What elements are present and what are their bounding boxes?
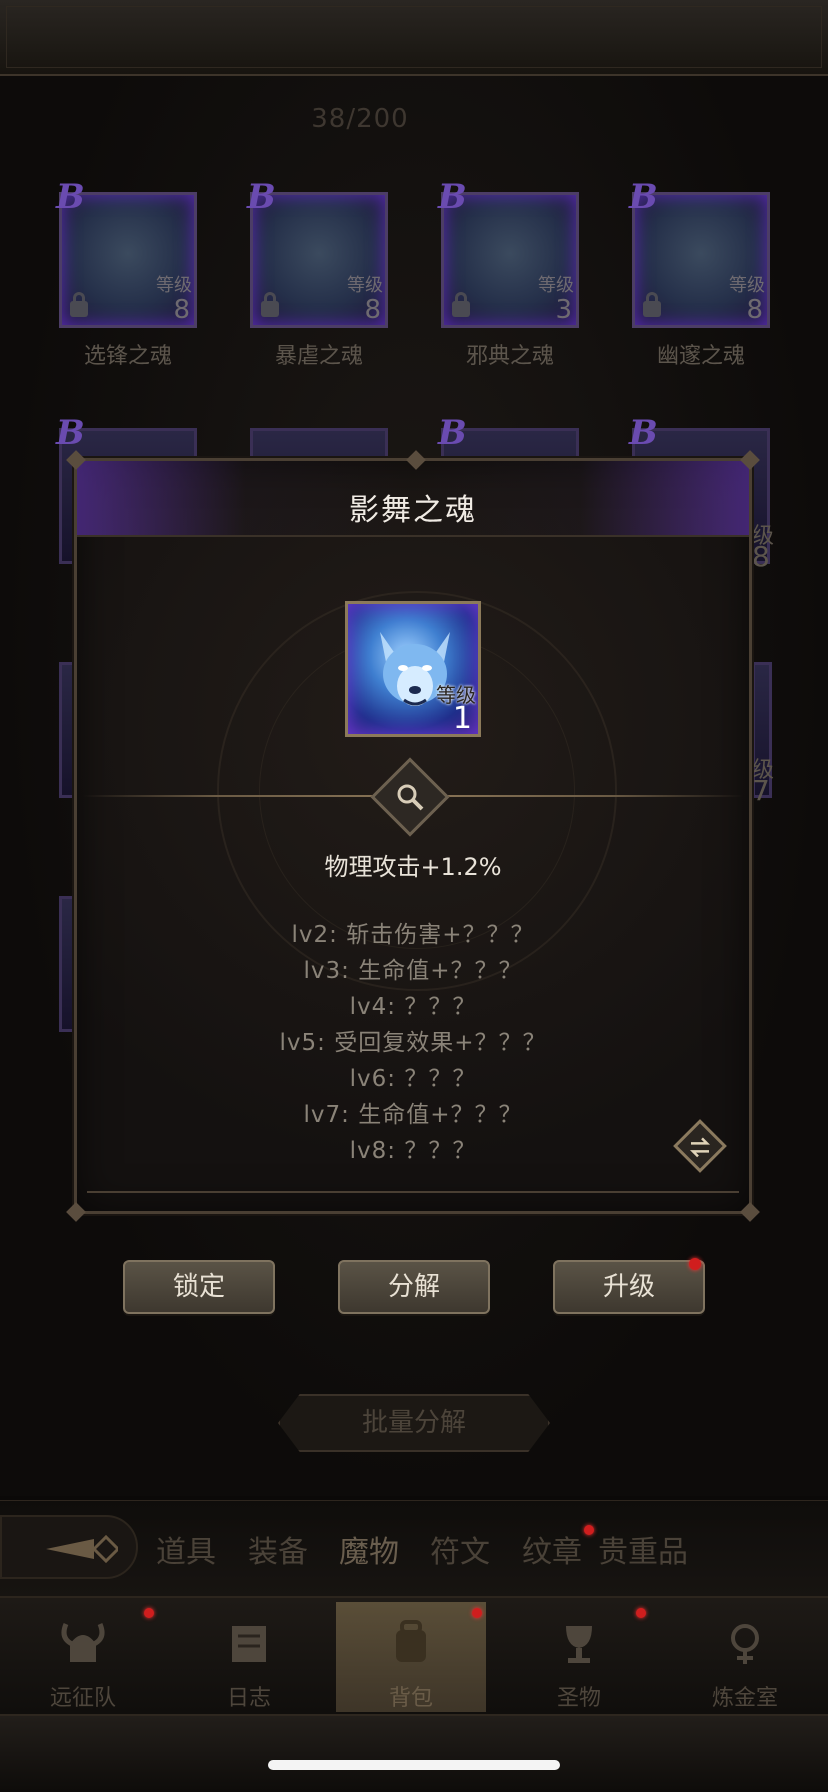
capacity-counter: 38/200	[311, 104, 409, 134]
soul-name: 邪典之魂	[465, 344, 554, 369]
level-value-peek: 7	[752, 774, 770, 807]
nav-journal[interactable]: 日志	[174, 1602, 324, 1712]
effect-lv6: lv6: ？？？	[349, 1066, 477, 1092]
effect-lv4: lv4: ？？？	[349, 994, 477, 1020]
rarity-badge: B	[247, 177, 276, 217]
level-value: 8	[746, 295, 763, 325]
lock-icon	[643, 292, 661, 317]
nav-expedition[interactable]: 远征队	[8, 1602, 158, 1712]
category-tab-bar: 道具 装备 魔物 符文 纹章 贵重品	[0, 1500, 828, 1596]
expedition-notification-dot	[144, 1608, 154, 1618]
rarity-badge: B	[438, 177, 467, 217]
tab-items[interactable]: 道具	[156, 1527, 216, 1571]
relics-notification-dot	[636, 1608, 646, 1618]
nav-relics[interactable]: 圣物	[504, 1602, 654, 1712]
nav-label: 远征队	[49, 1686, 116, 1711]
nav-label: 炼金室	[711, 1686, 778, 1711]
effect-lv8: lv8: ？？？	[349, 1138, 477, 1164]
effect-lv2: lv2: 斩击伤害+？？？	[291, 922, 535, 948]
soul-name: 幽邃之魂	[656, 344, 745, 369]
decompose-button[interactable]: 分解	[338, 1260, 490, 1314]
bottom-navigation: 远征队 日志 背包 圣物 炼金室	[0, 1596, 828, 1714]
chalice-icon	[566, 1626, 592, 1663]
nav-alchemy[interactable]: 炼金室	[670, 1602, 820, 1712]
level-value: 1	[452, 701, 472, 736]
nav-backpack[interactable]: 背包	[336, 1602, 486, 1712]
viking-helmet-icon	[61, 1623, 105, 1662]
effect-lv5: lv5: 受回复效果+？？？	[279, 1030, 547, 1056]
main-effect: 物理攻击+1.2%	[324, 853, 502, 881]
arrow-left-icon	[46, 1534, 118, 1564]
modal-title: 影舞之魂	[349, 493, 477, 528]
level-value: 3	[555, 295, 572, 325]
lock-icon	[452, 292, 470, 317]
selected-soul-card: 等级 1	[345, 601, 481, 737]
level-value: 8	[364, 295, 381, 325]
soul-name: 暴虐之魂	[274, 344, 363, 369]
rarity-badge: B	[438, 413, 467, 453]
upgrade-notification-dot	[689, 1258, 701, 1270]
bottom-frame	[0, 1714, 828, 1792]
level-label: 等级	[347, 275, 383, 296]
modal-bottom-rule	[87, 1191, 739, 1193]
lock-button[interactable]: 锁定	[123, 1260, 275, 1314]
alchemy-symbol-icon	[731, 1624, 759, 1664]
rarity-badge: B	[56, 177, 85, 217]
top-frame	[0, 0, 828, 76]
rarity-badge: B	[629, 413, 658, 453]
level-label: 等级	[729, 275, 765, 296]
lock-icon	[70, 292, 88, 317]
level-label: 等级	[156, 275, 192, 296]
soul-detail-modal: 影舞之魂 等级 1 物理攻击+1.2% lv2: 斩击伤害+？？？ lv3: 生…	[66, 450, 760, 1222]
soul-card-3[interactable]: B 等级 3 邪典之魂	[438, 177, 579, 370]
back-button[interactable]	[0, 1515, 138, 1579]
swap-arrows-icon	[689, 1137, 711, 1158]
tab-emblems[interactable]: 纹章	[522, 1527, 582, 1571]
backpack-icon	[396, 1620, 426, 1662]
lock-icon	[261, 292, 279, 317]
nav-label: 背包	[388, 1686, 433, 1711]
emblems-notification-dot	[584, 1525, 594, 1535]
effect-lv3: lv3: 生命值+？？？	[303, 958, 523, 984]
level-value: 8	[173, 295, 190, 325]
rarity-badge: B	[56, 413, 85, 453]
tab-monsters[interactable]: 魔物	[339, 1527, 399, 1571]
effect-lv7: lv7: 生命值+？？？	[303, 1102, 523, 1128]
batch-decompose-button[interactable]: 批量分解	[278, 1394, 550, 1452]
level-value-peek: 8	[752, 540, 770, 573]
soul-name: 选锋之魂	[83, 344, 172, 369]
nav-label: 圣物	[556, 1686, 601, 1711]
rarity-badge: B	[629, 177, 658, 217]
nav-label: 日志	[226, 1686, 271, 1711]
soul-card-1[interactable]: B 等级 8 选锋之魂	[56, 177, 197, 370]
tab-runes[interactable]: 符文	[430, 1527, 490, 1571]
soul-card-2[interactable]: B 等级 8 暴虐之魂	[247, 177, 388, 370]
magnifier-icon	[397, 784, 424, 811]
tab-equipment[interactable]: 装备	[248, 1527, 308, 1571]
scroll-icon	[232, 1626, 266, 1662]
backpack-notification-dot	[472, 1608, 482, 1618]
upgrade-button[interactable]: 升级	[553, 1260, 705, 1314]
level-effects-list: lv2: 斩击伤害+？？？ lv3: 生命值+？？？ lv4: ？？？ lv5:…	[77, 917, 749, 1169]
soul-card-4[interactable]: B 等级 8 幽邃之魂	[629, 177, 770, 370]
home-indicator[interactable]	[268, 1760, 560, 1770]
tab-valuables[interactable]: 贵重品	[598, 1527, 688, 1571]
level-label: 等级	[538, 275, 574, 296]
